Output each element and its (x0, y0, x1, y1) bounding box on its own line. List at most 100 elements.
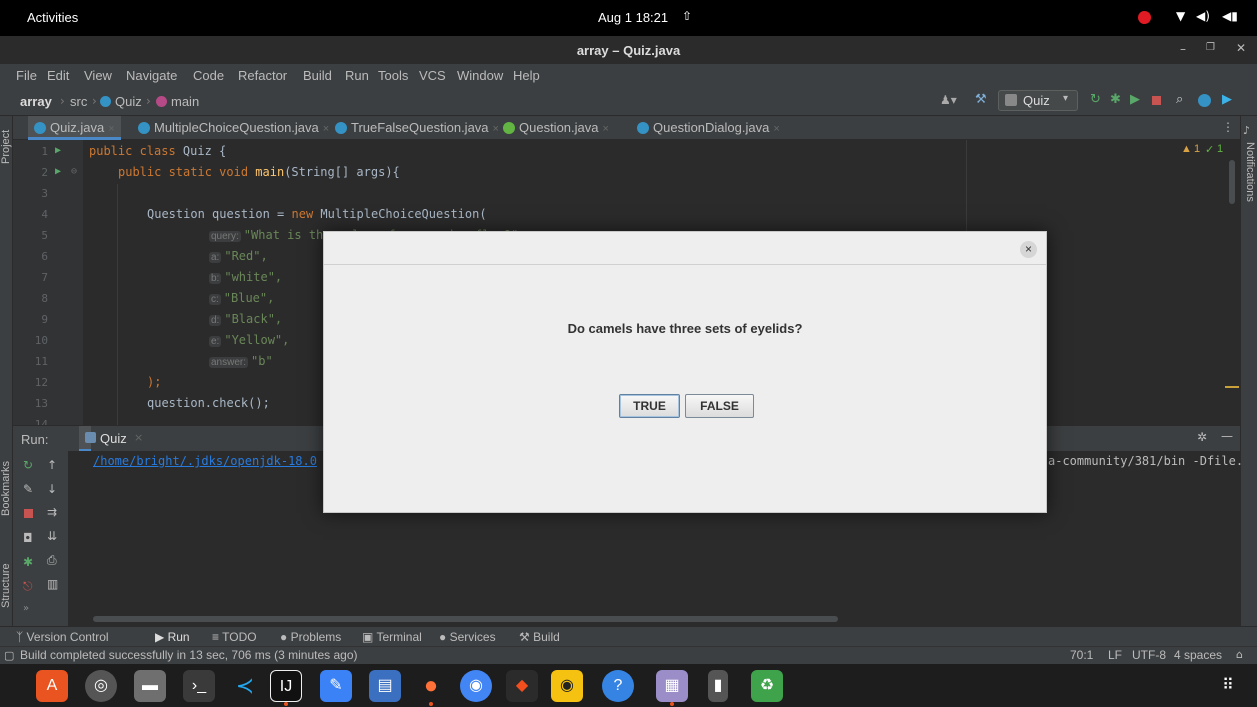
menu-file[interactable]: File (16, 68, 37, 83)
volume-icon[interactable]: ◀) (1196, 9, 1210, 23)
menu-vcs[interactable]: VCS (419, 68, 446, 83)
close-tab-icon[interactable]: × (323, 123, 329, 135)
minimize-icon[interactable]: – (1180, 42, 1186, 56)
software-center-icon[interactable]: A (36, 670, 68, 702)
problems-tab[interactable]: ● Problems (280, 630, 341, 644)
breadcrumb-method[interactable]: main (171, 94, 199, 109)
project-tool-button[interactable]: Project (0, 130, 12, 164)
intellij-icon[interactable]: IJ (270, 670, 302, 702)
warning-icon[interactable]: ▲ (1181, 143, 1192, 155)
scroll-down-icon[interactable]: ↓ (47, 482, 57, 496)
close-window-icon[interactable]: ✕ (1236, 41, 1246, 55)
print-icon[interactable]: ⎙ (47, 553, 57, 568)
run-gutter-icon[interactable]: ▶ (55, 166, 61, 177)
line-separator[interactable]: LF (1108, 648, 1122, 662)
files-icon[interactable]: ▬ (134, 670, 166, 702)
jetbrains-logo-icon[interactable]: ▶ (1222, 92, 1232, 107)
menu-window[interactable]: Window (457, 68, 503, 83)
stop-icon[interactable] (1152, 96, 1161, 105)
tab-multiplechoicequestion-java[interactable]: MultipleChoiceQuestion.java × (138, 116, 329, 140)
breadcrumb-project[interactable]: array (20, 94, 52, 109)
recording-indicator-icon[interactable] (1138, 11, 1151, 24)
menu-view[interactable]: View (84, 68, 112, 83)
scroll-to-end-icon[interactable]: ⇊ (47, 529, 57, 543)
tab-quiz-java[interactable]: Quiz.java × (28, 116, 121, 140)
update-icon[interactable] (1198, 94, 1211, 107)
trash-icon[interactable]: ▥ (47, 577, 58, 591)
text-editor-icon[interactable]: ✎ (320, 670, 352, 702)
debug-icon[interactable]: ✱ (1110, 92, 1121, 107)
exit-icon[interactable]: ⎋ (23, 579, 33, 594)
structure-tool-button[interactable]: Structure (0, 563, 12, 608)
rerun-icon[interactable]: ↻ (1090, 92, 1101, 107)
notifications-tool-button[interactable]: Notifications (1244, 142, 1256, 202)
check-icon[interactable]: ✓ (1205, 143, 1214, 156)
debug-icon[interactable]: ✱ (23, 555, 33, 569)
run-gutter-icon[interactable]: ▶ (55, 145, 61, 156)
menu-help[interactable]: Help (513, 68, 540, 83)
build-tab[interactable]: ⚒ Build (519, 630, 560, 644)
close-tab-icon[interactable]: × (134, 431, 143, 444)
wrench-icon[interactable]: ✎ (23, 482, 33, 496)
chrome-icon[interactable]: ◉ (460, 670, 492, 702)
show-apps-grid-icon[interactable]: ⠿ (1212, 670, 1244, 702)
gear-icon[interactable]: ✲ (1197, 430, 1207, 444)
menu-refactor[interactable]: Refactor (238, 68, 287, 83)
status-message[interactable]: Build completed successfully in 13 sec, … (20, 648, 358, 662)
menu-edit[interactable]: Edit (47, 68, 69, 83)
document-viewer-icon[interactable]: ▤ (369, 670, 401, 702)
soft-wrap-icon[interactable]: ⇉ (47, 505, 57, 519)
breadcrumb-class[interactable]: Quiz (115, 94, 142, 109)
run-config-selector[interactable]: Quiz ▾ (998, 90, 1078, 111)
tab-question-java[interactable]: Question.java × (503, 116, 609, 140)
trash-bin-icon[interactable]: ♻ (751, 670, 783, 702)
rhythmbox-icon[interactable]: ◉ (551, 670, 583, 702)
firefox-icon[interactable]: ● (415, 670, 447, 702)
hide-panel-icon[interactable]: — (1221, 429, 1233, 443)
screenshot-icon[interactable]: ▦ (656, 670, 688, 702)
user-icon[interactable]: ♟▾ (940, 93, 957, 107)
close-tab-icon[interactable]: × (773, 123, 779, 135)
battery-icon[interactable]: ◀▮ (1222, 9, 1238, 23)
menu-build[interactable]: Build (303, 68, 332, 83)
activities-button[interactable]: Activities (27, 10, 78, 25)
file-encoding[interactable]: UTF-8 (1132, 648, 1166, 662)
error-stripe-marker[interactable] (1225, 386, 1239, 388)
close-tab-icon[interactable]: × (108, 123, 114, 135)
menu-navigate[interactable]: Navigate (126, 68, 177, 83)
menu-code[interactable]: Code (193, 68, 224, 83)
clock[interactable]: Aug 1 18:21 (598, 10, 668, 25)
terminal-app-icon[interactable]: ›_ (183, 670, 215, 702)
dialog-close-icon[interactable]: × (1020, 241, 1037, 258)
more-icon[interactable]: » (23, 603, 29, 614)
scroll-up-icon[interactable]: ↑ (47, 458, 57, 472)
true-button[interactable]: TRUE (619, 394, 680, 418)
figma-icon[interactable]: ◆ (506, 670, 538, 702)
false-button[interactable]: FALSE (685, 394, 754, 418)
wifi-icon[interactable]: ▼ (1176, 9, 1185, 23)
notifications-bell-icon[interactable]: ♪ (1243, 124, 1250, 137)
close-tab-icon[interactable]: × (493, 123, 499, 135)
bookmarks-tool-button[interactable]: Bookmarks (0, 461, 12, 516)
search-icon[interactable]: ⌕ (1176, 92, 1183, 107)
rerun-icon[interactable]: ↻ (23, 458, 33, 472)
version-control-tab[interactable]: ᛉ Version Control (16, 630, 109, 644)
build-hammer-icon[interactable]: ⚒ (975, 92, 987, 107)
todo-tab[interactable]: ≡ TODO (212, 630, 257, 644)
vscode-icon[interactable]: ≺ (229, 670, 261, 702)
editor-scrollbar-thumb[interactable] (1229, 160, 1235, 204)
run-tab-quiz[interactable]: Quiz × (79, 426, 143, 452)
run-tab[interactable]: ▶ Run (155, 630, 190, 644)
tab-truefalsequestion-java[interactable]: TrueFalseQuestion.java × (335, 116, 499, 140)
caret-position[interactable]: 70:1 (1070, 648, 1093, 662)
camera-icon[interactable]: ◘ (23, 531, 33, 545)
breadcrumb-folder[interactable]: src (70, 94, 87, 109)
maximize-icon[interactable]: ❐ (1206, 42, 1215, 53)
console-java-path-link[interactable]: /home/bright/.jdks/openjdk-18.0 (93, 454, 317, 468)
tab-questiondialog-java[interactable]: QuestionDialog.java × (637, 116, 780, 140)
stop-icon[interactable] (24, 509, 33, 518)
terminal-tab[interactable]: ▣ Terminal (362, 630, 422, 644)
lock-icon[interactable]: ⌂ (1236, 648, 1243, 661)
menu-tools[interactable]: Tools (378, 68, 408, 83)
settings-icon[interactable]: ◎ (85, 670, 117, 702)
